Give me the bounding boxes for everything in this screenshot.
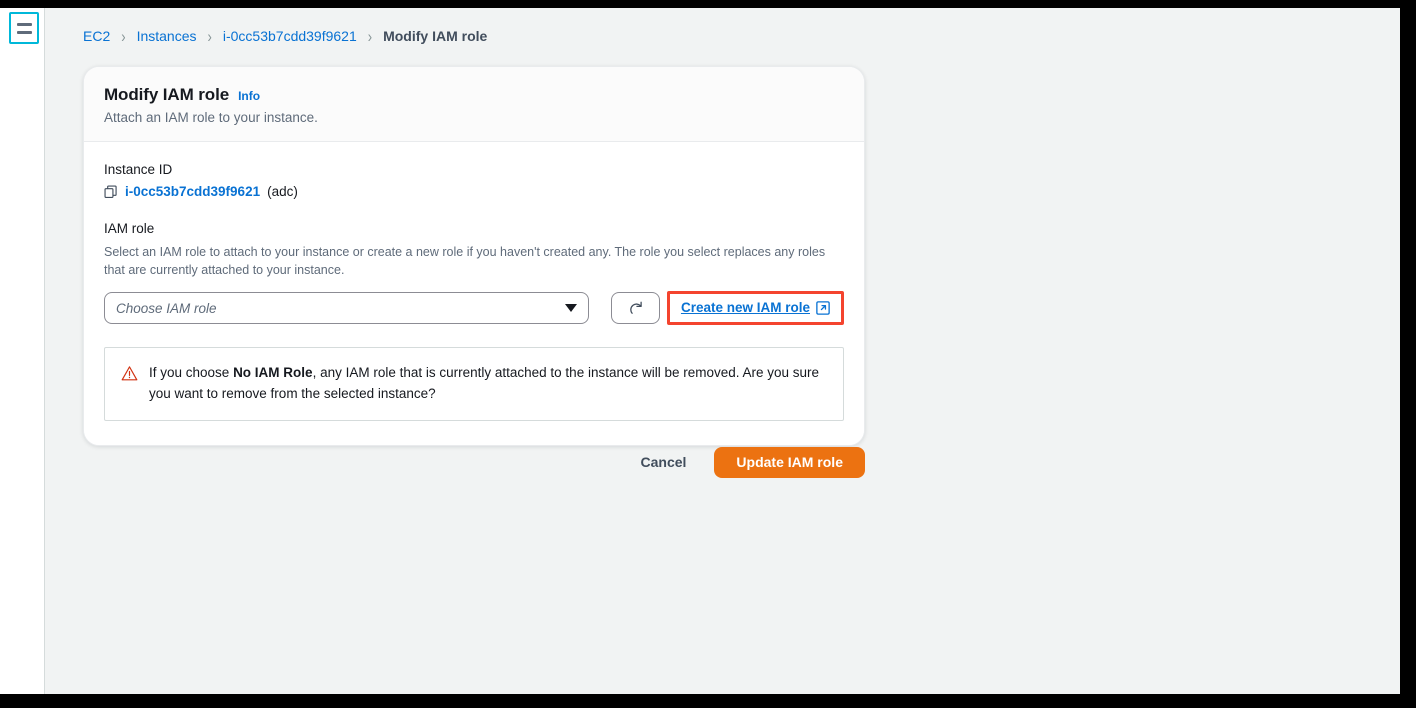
breadcrumb-separator-icon: › xyxy=(207,26,212,46)
refresh-button[interactable] xyxy=(611,292,660,325)
warning-text-before: If you choose xyxy=(149,365,234,381)
instance-id-link[interactable]: i-0cc53b7cdd39f9621 xyxy=(125,184,260,199)
hamburger-bar-2 xyxy=(16,30,32,34)
cancel-button[interactable]: Cancel xyxy=(637,446,691,478)
hamburger-menu-icon[interactable] xyxy=(9,12,39,44)
modify-iam-role-card: Modify IAM role Info Attach an IAM role … xyxy=(83,66,865,446)
chevron-down-icon xyxy=(565,304,578,313)
card-subtitle: Attach an IAM role to your instance. xyxy=(104,110,318,125)
browser-viewport: EC2 › Instances › i-0cc53b7cdd39f9621 › … xyxy=(0,8,1400,694)
breadcrumb: EC2 › Instances › i-0cc53b7cdd39f9621 › … xyxy=(83,26,488,46)
breadcrumb-separator-icon: › xyxy=(367,26,373,46)
screen-frame: EC2 › Instances › i-0cc53b7cdd39f9621 › … xyxy=(0,0,1416,708)
warning-text: If you choose No IAM Role, any IAM role … xyxy=(149,363,827,404)
warning-box: If you choose No IAM Role, any IAM role … xyxy=(104,347,844,421)
card-body: Instance ID i-0cc53b7cdd39f9621 (adc) IA… xyxy=(84,142,864,445)
breadcrumb-separator-icon: › xyxy=(121,26,126,46)
iam-role-select-row: Choose IAM role Create new IAM role xyxy=(104,291,844,326)
breadcrumb-item-instances[interactable]: Instances xyxy=(137,28,197,44)
instance-id-label: Instance ID xyxy=(104,162,173,177)
iam-role-description: Select an IAM role to attach to your ins… xyxy=(104,245,826,278)
warning-triangle-icon xyxy=(121,366,138,381)
hamburger-bar-1 xyxy=(16,22,32,26)
iam-role-select-placeholder: Choose IAM role xyxy=(116,300,217,316)
create-new-iam-role-link[interactable]: Create new IAM role xyxy=(681,300,810,315)
copy-icon[interactable] xyxy=(104,184,118,199)
left-navigation-rail xyxy=(0,8,45,694)
iam-role-label: IAM role xyxy=(104,221,155,236)
card-title-row: Modify IAM role Info xyxy=(104,85,844,105)
refresh-icon xyxy=(630,301,642,314)
iam-role-select[interactable]: Choose IAM role xyxy=(104,292,590,325)
instance-id-row: i-0cc53b7cdd39f9621 (adc) xyxy=(104,184,844,199)
card-header: Modify IAM role Info Attach an IAM role … xyxy=(84,67,864,142)
warning-text-bold: No IAM Role xyxy=(233,365,313,381)
update-iam-role-button[interactable]: Update IAM role xyxy=(714,446,865,478)
breadcrumb-item-current: Modify IAM role xyxy=(383,28,488,44)
external-link-icon xyxy=(816,300,830,315)
page-title: Modify IAM role xyxy=(104,85,230,104)
create-new-iam-role-highlight-box: Create new IAM role xyxy=(666,291,844,326)
breadcrumb-item-ec2[interactable]: EC2 xyxy=(83,28,110,44)
breadcrumb-item-instance-id[interactable]: i-0cc53b7cdd39f9621 xyxy=(223,28,357,44)
main-content-area: EC2 › Instances › i-0cc53b7cdd39f9621 › … xyxy=(46,8,1400,694)
instance-id-suffix: (adc) xyxy=(267,184,298,199)
info-link[interactable]: Info xyxy=(238,89,260,103)
form-actions: Cancel Update IAM role xyxy=(83,446,865,478)
